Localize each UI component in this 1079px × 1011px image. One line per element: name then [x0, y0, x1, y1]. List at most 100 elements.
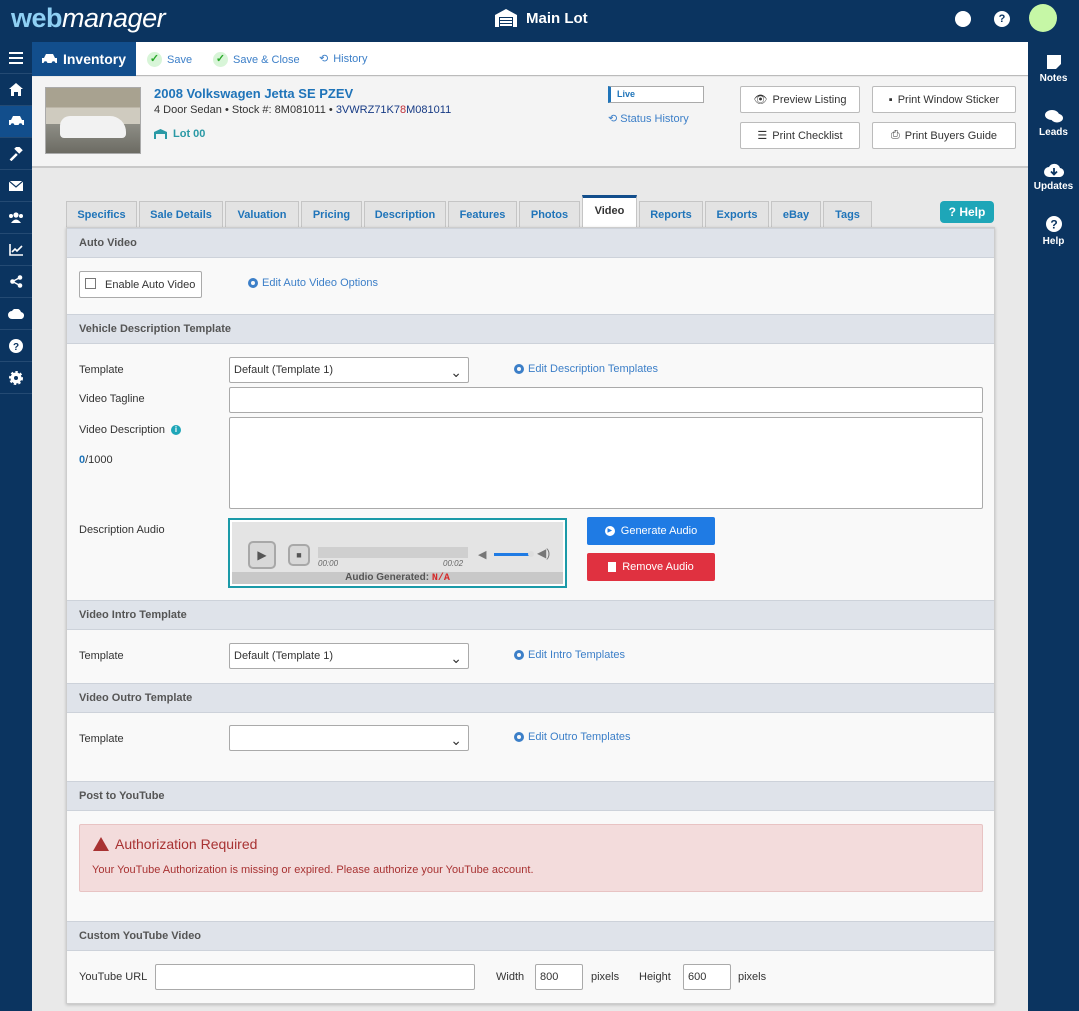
help-nav[interactable]: ? Help	[1028, 204, 1079, 258]
settings-icon[interactable]	[0, 362, 32, 394]
tab-sale-details[interactable]: Sale Details	[139, 201, 223, 229]
tab-ebay[interactable]: eBay	[771, 201, 821, 229]
remove-audio-button[interactable]: Remove Audio	[587, 553, 715, 581]
tab-pricing[interactable]: Pricing	[301, 201, 362, 229]
gavel-icon[interactable]	[0, 138, 32, 170]
alert-title: Authorization Required	[115, 836, 258, 852]
preview-listing-button[interactable]: 👁 Preview Listing	[740, 86, 860, 113]
intro-template-select[interactable]: Default (Template 1) ⌄	[229, 643, 469, 669]
updates-nav[interactable]: Updates	[1028, 150, 1079, 204]
print-buyers-guide-button[interactable]: ⎙ Print Buyers Guide	[872, 122, 1016, 149]
volume-high-icon[interactable]: ◀)	[537, 546, 550, 560]
svg-text:?: ?	[13, 342, 19, 353]
chevron-down-icon: ⌄	[450, 650, 462, 666]
tab-exports[interactable]: Exports	[705, 201, 769, 229]
width-unit: pixels	[591, 971, 620, 983]
width-input[interactable]: 800	[535, 964, 583, 990]
edit-auto-video-options-link[interactable]: Edit Auto Video Options	[248, 277, 378, 289]
intro-template-label: Template	[79, 650, 124, 662]
youtube-url-input[interactable]	[155, 964, 475, 990]
tab-tags[interactable]: Tags	[823, 201, 872, 229]
tab-photos[interactable]: Photos	[519, 201, 580, 229]
top-bar: webmanager Main Lot ?	[0, 0, 1079, 42]
gear-icon	[514, 650, 524, 660]
video-description-textarea[interactable]	[229, 417, 983, 509]
question-icon: ?	[1045, 215, 1062, 232]
vehicle-thumbnail[interactable]	[45, 87, 141, 154]
edit-outro-templates-link[interactable]: Edit Outro Templates	[514, 731, 631, 743]
generate-audio-button[interactable]: ▶ Generate Audio	[587, 517, 715, 545]
question-icon[interactable]: ?	[0, 330, 32, 362]
save-close-button[interactable]: ✓ Save & Close	[213, 52, 300, 67]
alert-message: Your YouTube Authorization is missing or…	[92, 864, 534, 876]
save-button[interactable]: ✓ Save	[147, 52, 192, 67]
mail-icon[interactable]	[0, 170, 32, 202]
audio-generated-status: Audio Generated: N/A	[232, 572, 563, 584]
trash-icon	[608, 562, 617, 572]
tab-description[interactable]: Description	[364, 201, 446, 229]
status-badge[interactable]: Live	[608, 86, 704, 103]
tab-features[interactable]: Features	[448, 201, 517, 229]
tab-specifics[interactable]: Specifics	[66, 201, 137, 229]
video-intro-header: Video Intro Template	[67, 600, 994, 630]
play-icon[interactable]: ▶	[248, 541, 276, 569]
auto-video-header: Auto Video	[67, 228, 994, 258]
stop-icon[interactable]: ■	[288, 544, 310, 566]
home-icon[interactable]	[0, 74, 32, 106]
volume-slider[interactable]	[494, 553, 532, 556]
height-label: Height	[639, 971, 671, 983]
history-button[interactable]: ⟲ History	[319, 52, 367, 66]
tab-reports[interactable]: Reports	[639, 201, 703, 229]
print-checklist-button[interactable]: ☰ Print Checklist	[740, 122, 860, 149]
notes-nav[interactable]: Notes	[1028, 42, 1079, 96]
warning-icon	[93, 837, 109, 851]
edit-intro-templates-link[interactable]: Edit Intro Templates	[514, 649, 625, 661]
help-circle-icon[interactable]: ?	[994, 11, 1010, 27]
video-tagline-label: Video Tagline	[79, 393, 145, 405]
users-icon[interactable]	[0, 202, 32, 234]
tab-video[interactable]: Video	[582, 195, 637, 228]
cloud-icon[interactable]	[0, 298, 32, 330]
cloud-download-icon	[1043, 163, 1064, 177]
description-template-select[interactable]: Default (Template 1) ⌄	[229, 357, 469, 383]
help-button[interactable]: ? Help	[940, 201, 994, 223]
print-window-sticker-button[interactable]: ▪ Print Window Sticker	[872, 86, 1016, 113]
checkbox-icon[interactable]	[85, 278, 96, 289]
check-icon: ✓	[213, 52, 228, 67]
vehicle-lot[interactable]: Lot 00	[154, 128, 205, 140]
car-icon[interactable]	[0, 106, 32, 138]
time-end: 00:02	[443, 559, 464, 568]
edit-description-templates-link[interactable]: Edit Description Templates	[514, 363, 658, 375]
post-to-youtube-header: Post to YouTube	[67, 781, 994, 811]
gear-icon	[514, 364, 524, 374]
height-input[interactable]: 600	[683, 964, 731, 990]
chart-icon[interactable]	[0, 234, 32, 266]
enable-auto-video-checkbox[interactable]: Enable Auto Video	[79, 271, 202, 298]
vehicle-subtitle: 4 Door Sedan • Stock #: 8M081011 • 3VWRZ…	[154, 104, 452, 116]
tab-valuation[interactable]: Valuation	[225, 201, 299, 229]
status-history-link[interactable]: ⟲ Status History	[608, 112, 689, 125]
globe-icon[interactable]	[955, 11, 971, 27]
share-icon[interactable]	[0, 266, 32, 298]
vehicle-title[interactable]: 2008 Volkswagen Jetta SE PZEV	[154, 86, 353, 101]
audio-progress-track[interactable]	[318, 547, 468, 558]
info-icon[interactable]: i	[171, 425, 182, 435]
leads-nav[interactable]: Leads	[1028, 96, 1079, 150]
menu-icon[interactable]	[0, 42, 32, 74]
vin: 3VWRZ71K78M081011	[335, 104, 452, 116]
eye-icon: 👁	[753, 94, 768, 106]
svg-text:?: ?	[1050, 217, 1057, 231]
play-circle-icon: ▶	[604, 526, 615, 536]
app-logo[interactable]: webmanager	[11, 3, 166, 34]
template-label: Template	[79, 364, 124, 376]
volume-low-icon[interactable]: ◀	[478, 548, 486, 561]
check-icon: ✓	[147, 52, 162, 67]
inventory-section-tab[interactable]: Inventory	[32, 42, 136, 76]
outro-template-select[interactable]: ⌄	[229, 725, 469, 751]
left-nav: ?	[0, 42, 32, 1011]
video-outro-header: Video Outro Template	[67, 683, 994, 713]
avatar[interactable]	[1029, 4, 1057, 32]
description-audio-label: Description Audio	[79, 524, 165, 536]
video-tagline-input[interactable]	[229, 387, 983, 413]
lot-selector[interactable]: Main Lot	[494, 9, 588, 27]
